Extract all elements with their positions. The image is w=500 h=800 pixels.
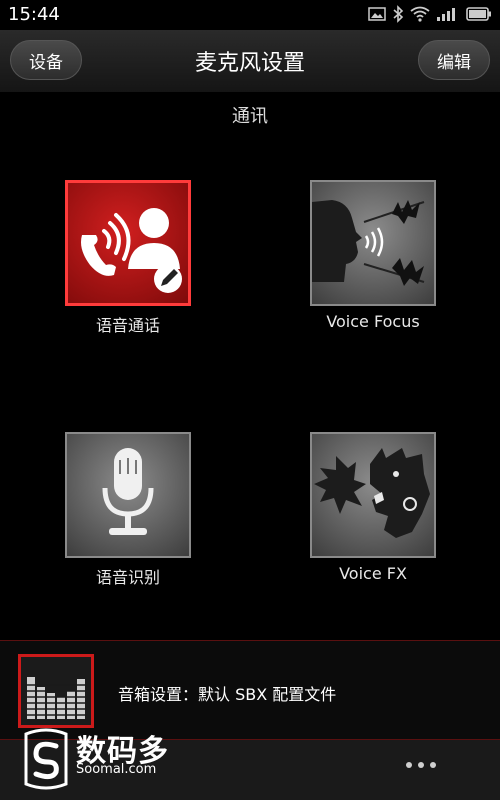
tile-voice-fx[interactable]: Voice FX bbox=[310, 432, 436, 583]
tile-voice-focus[interactable]: Voice Focus bbox=[310, 180, 436, 331]
equalizer-icon bbox=[25, 677, 87, 719]
battery-icon bbox=[466, 7, 491, 21]
tile-speech-recognition[interactable]: 语音识别 bbox=[65, 432, 191, 588]
wifi-icon bbox=[410, 6, 430, 22]
speech-recognition-tile-image bbox=[65, 432, 191, 558]
voice-call-tile-image bbox=[65, 180, 191, 306]
tile-voice-call[interactable]: 语音通话 bbox=[65, 180, 191, 336]
bluetooth-icon bbox=[393, 5, 404, 23]
dot bbox=[418, 762, 424, 768]
tile-label: 语音通话 bbox=[95, 316, 160, 335]
profile-icon-frame bbox=[18, 654, 94, 728]
speaker-profile-bar[interactable]: 音箱设置：默认 SBX 配置文件 bbox=[0, 640, 500, 740]
status-icons bbox=[368, 5, 492, 23]
dot bbox=[406, 762, 412, 768]
watermark-domain: Soomal.com bbox=[76, 762, 157, 777]
logo-icon bbox=[24, 728, 68, 790]
edit-button[interactable]: 编辑 bbox=[418, 40, 490, 80]
voice-fx-tile-image bbox=[310, 432, 436, 558]
voice-focus-tile-image bbox=[310, 180, 436, 306]
microphone-icon bbox=[102, 448, 154, 535]
status-time: 15:44 bbox=[8, 4, 60, 25]
title-bar: 设备 麦克风设置 编辑 bbox=[0, 30, 500, 92]
voice-focus-icon bbox=[312, 200, 425, 286]
profile-text: 音箱设置：默认 SBX 配置文件 bbox=[118, 685, 337, 704]
tile-label: Voice Focus bbox=[326, 312, 420, 331]
dot bbox=[430, 762, 436, 768]
voice-call-icon bbox=[81, 208, 182, 293]
watermark-logo bbox=[20, 726, 72, 796]
section-title: 通讯 bbox=[232, 106, 268, 127]
image-icon bbox=[368, 7, 386, 21]
tile-label: 语音识别 bbox=[95, 568, 160, 587]
footer-bar: 数码多 Soomal.com bbox=[0, 728, 500, 800]
voice-fx-icon bbox=[314, 448, 430, 538]
status-bar: 15:44 bbox=[0, 0, 500, 30]
signal-icon bbox=[437, 8, 455, 21]
tile-label: Voice FX bbox=[339, 564, 407, 583]
more-icon[interactable] bbox=[406, 762, 436, 768]
